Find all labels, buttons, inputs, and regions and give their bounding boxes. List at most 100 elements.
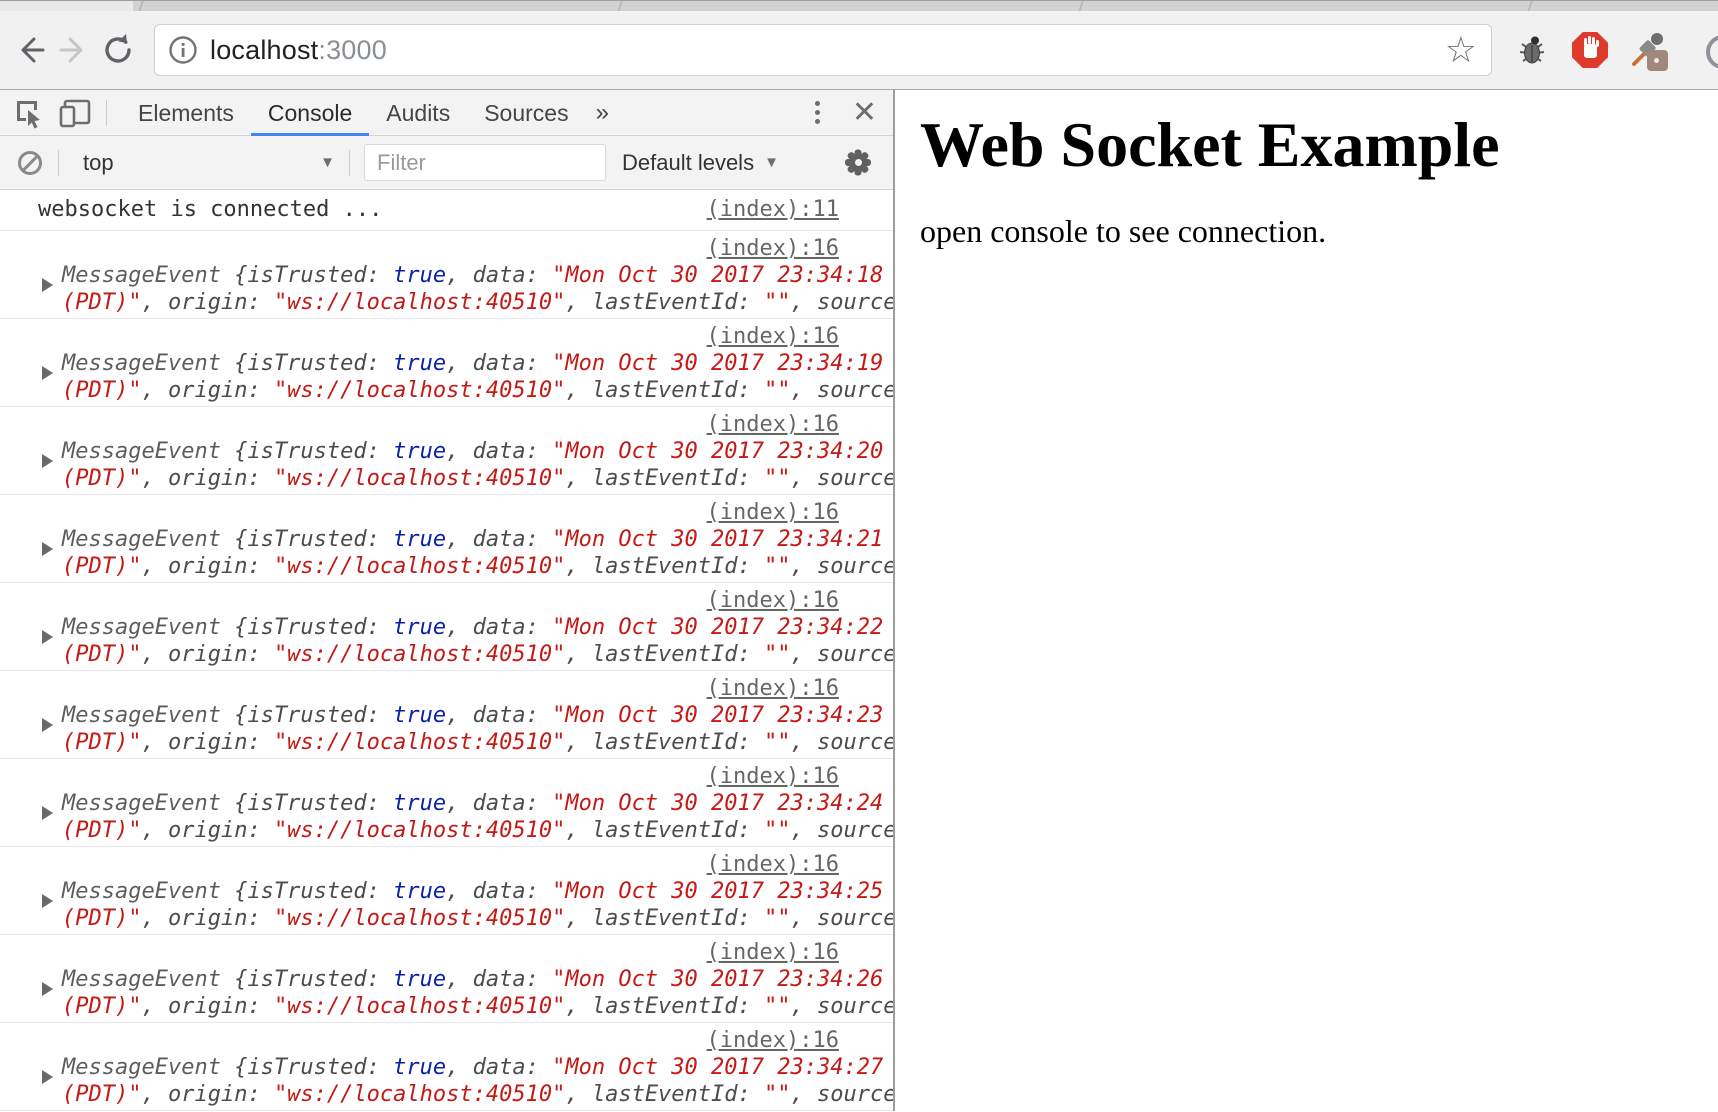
clear-console-icon	[18, 151, 42, 175]
expand-triangle-icon[interactable]	[42, 542, 53, 556]
source-link[interactable]: (index):16	[707, 940, 839, 965]
source-link[interactable]: (index):16	[707, 324, 839, 349]
console-message-entry: (index):16 MessageEvent {isTrusted: true…	[0, 407, 893, 495]
tab-separator	[617, 1, 623, 11]
message-preview-line2: (PDT)", origin: "ws://localhost:40510", …	[62, 377, 893, 404]
tab-separator	[1527, 1, 1533, 11]
message-preview-line2: (PDT)", origin: "ws://localhost:40510", …	[62, 729, 893, 756]
inspect-cursor-icon	[13, 97, 45, 129]
bug-icon	[1514, 32, 1550, 68]
main-area: Elements Console Audits Sources » ✕ top …	[0, 90, 1718, 1111]
address-bar[interactable]: localhost:3000 ☆	[154, 24, 1492, 76]
partial-extension-icon[interactable]	[1706, 35, 1718, 69]
levels-label: Default levels	[622, 150, 754, 176]
page-body-text: open console to see connection.	[920, 213, 1718, 250]
expand-triangle-icon[interactable]	[42, 718, 53, 732]
source-link[interactable]: (index):16	[707, 852, 839, 877]
message-preview-line2: (PDT)", origin: "ws://localhost:40510", …	[62, 817, 893, 844]
active-browser-tab[interactable]	[0, 1, 133, 11]
device-toolbar-icon	[58, 97, 92, 129]
chevron-down-icon: ▼	[764, 154, 779, 171]
console-message-entry: (index):16 MessageEvent {isTrusted: true…	[0, 231, 893, 319]
message-preview-line2: (PDT)", origin: "ws://localhost:40510", …	[62, 465, 893, 492]
message-preview-line2: (PDT)", origin: "ws://localhost:40510", …	[62, 289, 893, 316]
page-title: Web Socket Example	[920, 108, 1718, 182]
forward-arrow-icon	[56, 32, 92, 68]
console-message-entry: (index):16 MessageEvent {isTrusted: true…	[0, 671, 893, 759]
console-message-entry: (index):16 MessageEvent {isTrusted: true…	[0, 847, 893, 935]
tab-audits[interactable]: Audits	[369, 90, 467, 136]
bug-extension-icon[interactable]	[1514, 32, 1550, 68]
close-devtools-button[interactable]: ✕	[852, 90, 877, 136]
browser-tab-strip	[0, 0, 1718, 11]
message-preview-line1: MessageEvent {isTrusted: true, data: "Mo…	[62, 790, 893, 817]
message-preview-line1: MessageEvent {isTrusted: true, data: "Mo…	[62, 350, 893, 377]
message-preview-line1: MessageEvent {isTrusted: true, data: "Mo…	[62, 614, 893, 641]
message-preview-line1: MessageEvent {isTrusted: true, data: "Mo…	[62, 878, 893, 905]
message-preview-line2: (PDT)", origin: "ws://localhost:40510", …	[62, 553, 893, 580]
source-link[interactable]: (index):11	[707, 197, 839, 222]
stop-hand-extension-icon[interactable]	[1572, 32, 1608, 68]
toolbar-separator	[349, 150, 350, 176]
console-message-entry: (index):16 MessageEvent {isTrusted: true…	[0, 935, 893, 1023]
expand-triangle-icon[interactable]	[42, 982, 53, 996]
source-link[interactable]: (index):16	[707, 500, 839, 525]
expand-triangle-icon[interactable]	[42, 278, 53, 292]
source-link[interactable]: (index):16	[707, 412, 839, 437]
source-link[interactable]: (index):16	[707, 676, 839, 701]
reload-button[interactable]	[96, 28, 140, 72]
toggle-device-toolbar-button[interactable]	[58, 96, 92, 130]
more-tabs-button[interactable]: »	[586, 99, 619, 127]
message-preview-line2: (PDT)", origin: "ws://localhost:40510", …	[62, 993, 893, 1020]
expand-triangle-icon[interactable]	[42, 630, 53, 644]
source-link[interactable]: (index):16	[707, 588, 839, 613]
console-toolbar: top ▼ Default levels ▼	[0, 136, 893, 190]
console-message-entry: (index):16 MessageEvent {isTrusted: true…	[0, 1023, 893, 1111]
expand-triangle-icon[interactable]	[42, 1070, 53, 1084]
bookmark-star-icon[interactable]: ☆	[1445, 29, 1477, 73]
expand-triangle-icon[interactable]	[42, 806, 53, 820]
page-content: Web Socket Example open console to see c…	[895, 90, 1718, 1111]
tab-console[interactable]: Console	[251, 90, 369, 136]
browser-toolbar: localhost:3000 ☆	[0, 11, 1718, 90]
devtools-menu-button[interactable]	[809, 101, 826, 124]
context-label: top	[83, 150, 114, 176]
eyedropper-extension-icon[interactable]	[1630, 32, 1666, 68]
message-preview-line2: (PDT)", origin: "ws://localhost:40510", …	[62, 641, 893, 668]
console-message-entry: (index):16 MessageEvent {isTrusted: true…	[0, 759, 893, 847]
source-link[interactable]: (index):16	[707, 236, 839, 261]
expand-triangle-icon[interactable]	[42, 894, 53, 908]
tab-sources[interactable]: Sources	[467, 90, 585, 136]
tab-separator	[1078, 1, 1084, 11]
console-message-entry: (index):16 MessageEvent {isTrusted: true…	[0, 495, 893, 583]
console-message: (index):11 websocket is connected ...	[0, 190, 893, 231]
page-info-icon[interactable]	[168, 35, 198, 65]
message-preview-line1: MessageEvent {isTrusted: true, data: "Mo…	[62, 438, 893, 465]
execution-context-selector[interactable]: top ▼	[73, 150, 335, 176]
chevron-down-icon: ▼	[320, 154, 335, 171]
devtools-panel: Elements Console Audits Sources » ✕ top …	[0, 90, 895, 1111]
expand-triangle-icon[interactable]	[42, 454, 53, 468]
url-port: :3000	[318, 35, 387, 65]
message-preview-line1: MessageEvent {isTrusted: true, data: "Mo…	[62, 1054, 893, 1081]
source-link[interactable]: (index):16	[707, 764, 839, 789]
console-message-text: websocket is connected ...	[38, 197, 382, 222]
tab-elements[interactable]: Elements	[121, 90, 251, 136]
forward-button[interactable]	[52, 28, 96, 72]
source-link[interactable]: (index):16	[707, 1028, 839, 1053]
filter-input[interactable]	[364, 144, 606, 181]
message-preview-line1: MessageEvent {isTrusted: true, data: "Mo…	[62, 966, 893, 993]
info-circle-icon	[168, 35, 198, 65]
log-levels-dropdown[interactable]: Default levels ▼	[622, 150, 779, 176]
expand-triangle-icon[interactable]	[42, 366, 53, 380]
inspect-element-button[interactable]	[12, 96, 46, 130]
back-button[interactable]	[8, 28, 52, 72]
clear-console-button[interactable]	[16, 149, 44, 177]
console-settings-button[interactable]	[844, 149, 872, 177]
console-message-entry: (index):16 MessageEvent {isTrusted: true…	[0, 583, 893, 671]
toolbar-separator	[58, 150, 59, 176]
extension-icons	[1514, 32, 1666, 68]
console-message-entry: (index):16 MessageEvent {isTrusted: true…	[0, 319, 893, 407]
reload-icon	[99, 31, 137, 69]
message-preview-line2: (PDT)", origin: "ws://localhost:40510", …	[62, 905, 893, 932]
